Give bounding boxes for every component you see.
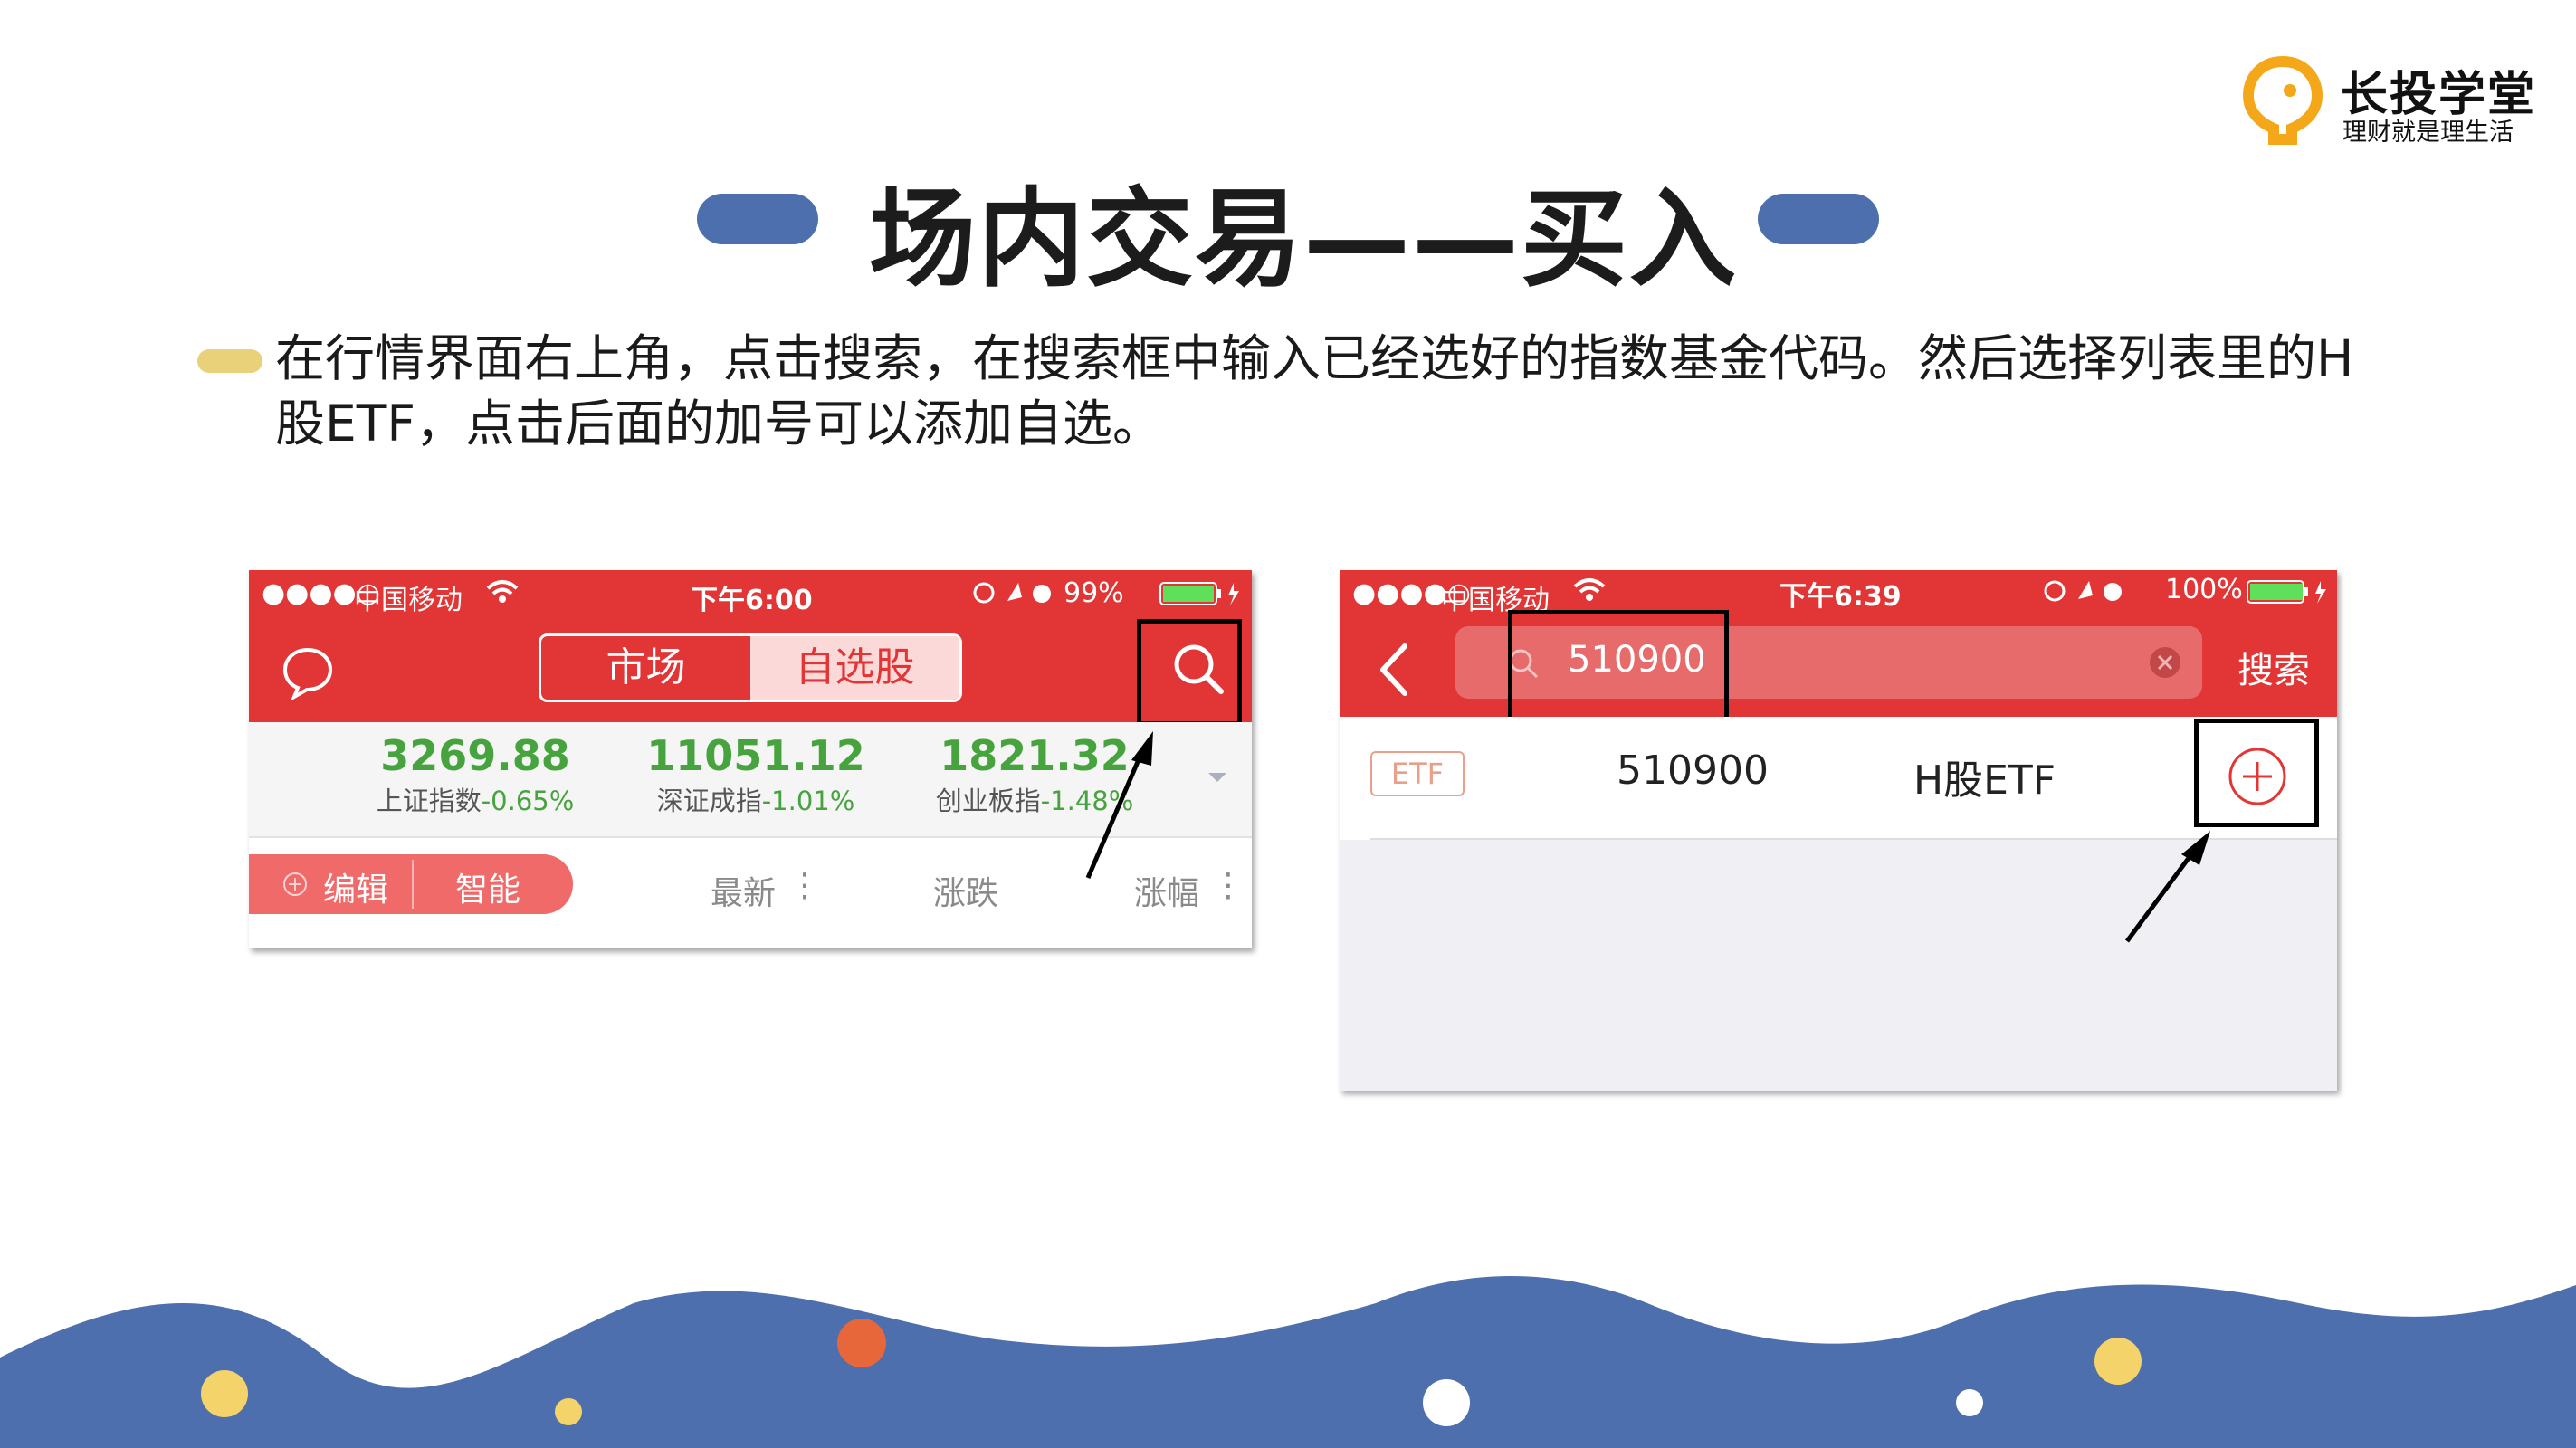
highlight-box-search-field: [1508, 610, 1729, 728]
highlight-box-search: [1137, 619, 1242, 726]
add-circle-icon: [283, 872, 307, 896]
pill-divider: [412, 860, 414, 909]
carrier-label: 中国移动: [354, 585, 463, 616]
battery-percent: 100%: [2165, 574, 2243, 605]
pointer-arrow: [1085, 731, 1153, 879]
brand-slogan: 理财就是理生活: [2342, 119, 2514, 147]
status-icons: [973, 582, 1051, 604]
market-tab-switch: 市场 自选股: [539, 634, 962, 702]
wifi-icon: [486, 580, 519, 603]
search-button[interactable]: 搜索: [2237, 641, 2310, 693]
etf-tag-badge: ETF: [1370, 751, 1465, 796]
decorative-wave-footer: [0, 1276, 2576, 1448]
tab-watchlist[interactable]: 自选股: [750, 636, 959, 700]
title-right-decoration: [1758, 194, 1879, 244]
brand-logo-icon: [2243, 56, 2323, 145]
status-icons: [2044, 580, 2122, 602]
sort-icon: ⋮: [1212, 867, 1245, 904]
chat-bubble-icon[interactable]: [280, 644, 336, 700]
clear-input-icon[interactable]: [2147, 644, 2183, 681]
page-title: 场内交易——买入: [869, 176, 1739, 301]
battery-icon: [2247, 580, 2326, 604]
sort-icon: ⋮: [788, 867, 821, 904]
bullet-marker: [197, 349, 262, 373]
status-bar: ●●●●○ 中国移动 下午6:39 100%: [1340, 570, 2337, 616]
index-value: 11051.12: [646, 731, 865, 780]
smart-button[interactable]: 智能: [455, 863, 520, 910]
edit-smart-pill: 编辑 智能: [249, 854, 573, 914]
column-change[interactable]: 涨跌: [933, 867, 998, 914]
index-change: -1.01%: [761, 786, 855, 816]
index-change: -0.65%: [481, 786, 575, 816]
index-name: 上证指数: [376, 786, 482, 816]
battery-icon: [1159, 582, 1239, 605]
clock: 下午6:39: [1779, 581, 1902, 613]
fund-name: H股ETF: [1913, 757, 2056, 804]
tab-market[interactable]: 市场: [541, 636, 750, 700]
edit-button[interactable]: 编辑: [323, 863, 388, 910]
wifi-icon: [1573, 578, 1606, 601]
pointer-arrow: [2124, 831, 2210, 943]
index-value: 3269.88: [380, 731, 570, 780]
back-arrow-icon[interactable]: [1376, 643, 1412, 697]
status-bar: ●●●●○ 中国移动 下午6:00 99%: [249, 570, 1252, 616]
index-item[interactable]: 3269.88 上证指数-0.65%: [330, 731, 620, 818]
fund-code: 510900: [1617, 748, 1769, 794]
instruction-text: 在行情界面右上角，点击搜索，在搜索框中输入已经选好的指数基金代码。然后选择列表里…: [275, 329, 2354, 452]
column-latest[interactable]: 最新: [711, 867, 776, 914]
search-result-row[interactable]: ETF 510900 H股ETF: [1340, 717, 2337, 840]
index-name: 创业板指: [935, 786, 1041, 816]
title-left-decoration: [697, 194, 818, 244]
index-item[interactable]: 11051.12 深证成指-1.01%: [611, 731, 901, 818]
clock: 下午6:00: [691, 585, 813, 616]
index-name: 深证成指: [656, 786, 762, 816]
battery-percent: 99%: [1064, 577, 1124, 609]
highlight-box-add-button: [2194, 719, 2319, 827]
expand-down-icon[interactable]: [1207, 771, 1228, 784]
